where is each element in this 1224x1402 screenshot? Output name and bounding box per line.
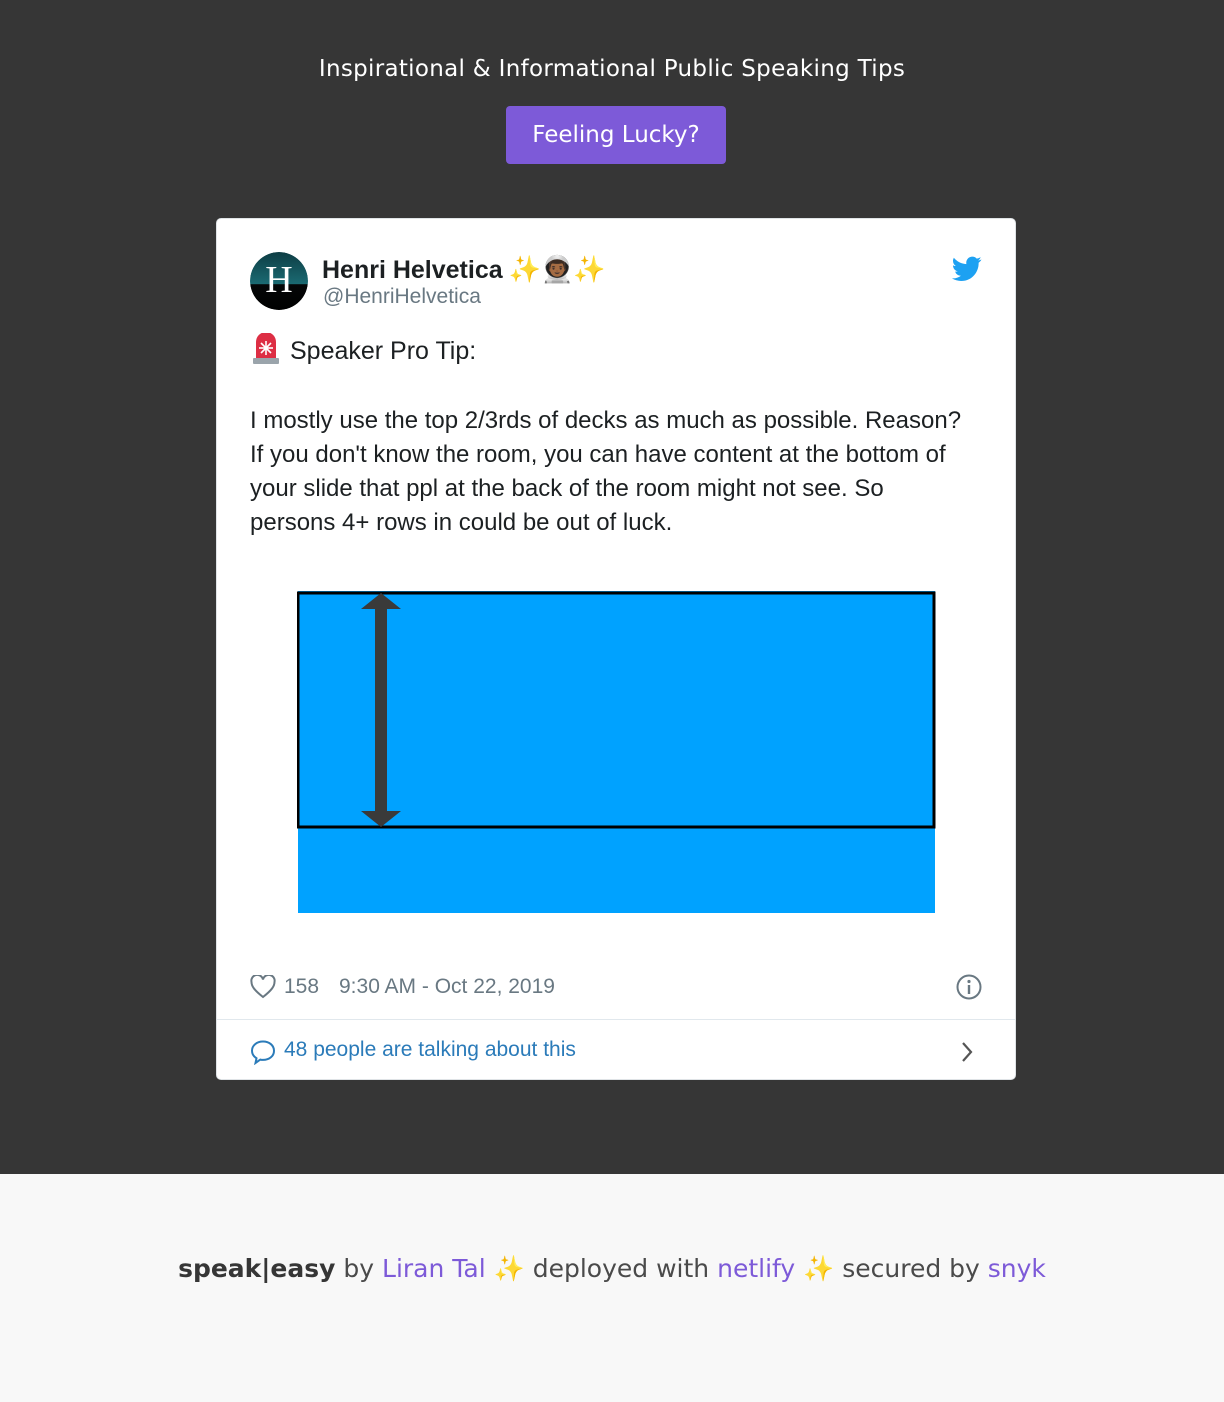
slide-area [298, 591, 935, 913]
twitter-bird-icon[interactable] [952, 256, 982, 282]
tip-lead: Speaker Pro Tip: [250, 333, 476, 366]
tweet-meta: 158 9:30 AM - Oct 22, 2019 [250, 973, 985, 1003]
tweet-body: I mostly use the top 2/3rds of decks as … [250, 407, 962, 536]
footer: speak|easy by Liran Tal ✨ deployed with … [0, 1254, 1224, 1284]
siren-icon [253, 333, 279, 364]
footer-by: by [343, 1254, 375, 1283]
feeling-lucky-button[interactable]: Feeling Lucky? [506, 106, 726, 164]
author-name-text: Henri Helvetica [322, 256, 503, 284]
author-decoration: ✨👨🏾‍🚀✨ [508, 255, 606, 285]
author-name[interactable]: Henri Helvetica ✨👨🏾‍🚀✨ [322, 255, 606, 285]
netlify-link[interactable]: netlify [717, 1254, 795, 1283]
footer-secured: secured by [842, 1254, 980, 1283]
conversation-link[interactable]: 48 people are talking about this [250, 1036, 985, 1066]
conversation-text: 48 people are talking about this [284, 1038, 576, 1061]
footer-deployed: deployed with [532, 1254, 710, 1283]
sparkle-icon: ✨ [493, 1254, 525, 1283]
avatar-letter: H [265, 259, 292, 301]
avatar[interactable]: H [250, 252, 308, 310]
speech-bubble-icon [250, 1040, 276, 1065]
like-count[interactable]: 158 [284, 975, 319, 999]
tweet-card: H Henri Helvetica ✨👨🏾‍🚀✨ @HenriHelvetica … [216, 218, 1016, 1080]
page-title: Inspirational & Informational Public Spe… [318, 56, 906, 82]
hero-section: Inspirational & Informational Public Spe… [0, 0, 1224, 1174]
tweet-timestamp[interactable]: 9:30 AM - Oct 22, 2019 [339, 975, 555, 999]
sparkle-icon-2: ✨ [803, 1254, 835, 1283]
tip-lead-text: Speaker Pro Tip: [290, 337, 477, 365]
footer-brand: speak|easy [178, 1254, 336, 1283]
chevron-right-icon [962, 1042, 973, 1062]
author-link[interactable]: Liran Tal [382, 1254, 486, 1283]
heart-icon[interactable] [250, 975, 276, 999]
slide-illustration[interactable] [297, 591, 937, 915]
divider [217, 1019, 1015, 1020]
info-icon[interactable] [955, 973, 983, 1001]
snyk-link[interactable]: snyk [988, 1254, 1046, 1283]
author-handle[interactable]: @HenriHelvetica [323, 285, 481, 309]
